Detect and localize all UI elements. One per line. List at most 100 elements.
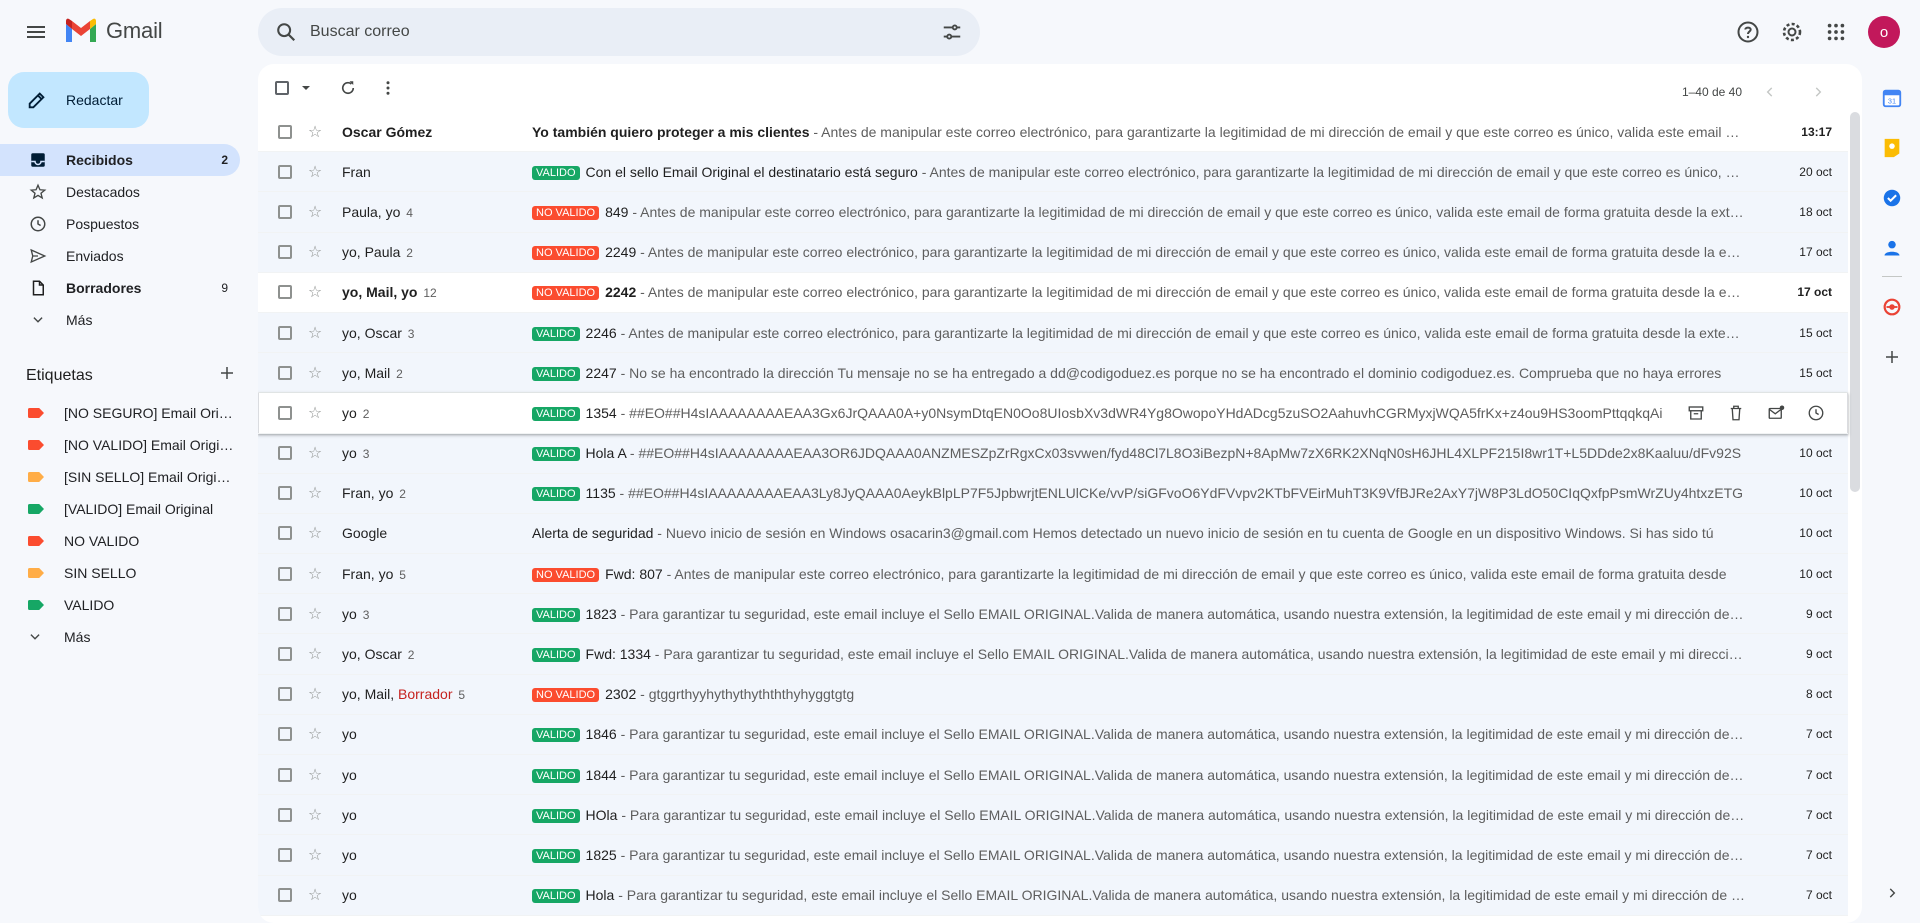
star-toggle-icon[interactable]: ☆ [298,443,332,463]
email-row[interactable]: ☆ yo VALIDO HOla - Para garantizar tu seg… [258,795,1848,836]
email-row[interactable]: ☆ yo 2 VALIDO 1354 - ##EO##H4sIAAAAAAAAEA… [258,393,1848,434]
email-row[interactable]: ☆ Fran, yo 2 VALIDO 1135 - ##EO##H4sIAAAA… [258,473,1848,514]
label-badge[interactable]: VALIDO [532,165,580,180]
settings-gear-icon[interactable] [1772,8,1812,56]
star-toggle-icon[interactable]: ☆ [298,684,332,704]
label-item[interactable]: [SIN SELLO] Email Original [0,461,240,493]
calendar-icon[interactable]: 31 [1872,78,1912,118]
row-checkbox[interactable] [258,767,298,782]
search-icon[interactable] [262,8,310,56]
email-row[interactable]: ☆ Oscar Gómez Yo también quiero proteger… [258,112,1848,153]
email-row[interactable]: ☆ Paula, yo 4 NO VALIDO 849 - Antes de ma… [258,192,1848,233]
next-page-icon[interactable] [1798,72,1838,112]
row-checkbox[interactable] [258,888,298,903]
nav-item-snoozed[interactable]: Pospuestos [0,208,240,240]
help-icon[interactable] [1728,8,1768,56]
label-badge[interactable]: VALIDO [532,889,580,904]
nav-item-drafts[interactable]: Borradores 9 [0,272,240,304]
row-checkbox[interactable] [258,245,298,260]
email-row[interactable]: ☆ yo, Oscar 3 VALIDO 2246 - Antes de mani… [258,312,1848,354]
email-row[interactable]: ☆ Google Alerta de seguridad - Nuevo ini… [258,513,1848,555]
compose-button[interactable]: Redactar [8,72,149,128]
more-options-icon[interactable] [368,68,408,108]
prev-page-icon[interactable] [1750,72,1790,112]
email-row[interactable]: ☆ yo, Paula 2 NO VALIDO 2249 - Antes de m… [258,232,1848,273]
label-badge[interactable]: VALIDO [532,808,580,823]
label-badge[interactable]: VALIDO [532,487,580,502]
select-options-icon[interactable] [296,68,316,108]
label-item[interactable]: VALIDO [0,589,240,621]
labels-more[interactable]: Más [0,621,240,653]
nav-item-starred[interactable]: Destacados [0,176,240,208]
addon-icon[interactable] [1872,287,1912,327]
star-toggle-icon[interactable]: ☆ [298,162,332,182]
star-toggle-icon[interactable]: ☆ [298,523,332,543]
scrollbar[interactable] [1850,112,1860,492]
label-badge[interactable]: VALIDO [532,728,580,743]
delete-icon[interactable] [1718,395,1754,431]
row-checkbox[interactable] [258,405,298,420]
add-addon-icon[interactable] [1872,337,1912,377]
row-checkbox[interactable] [258,606,298,621]
star-toggle-icon[interactable]: ☆ [298,242,332,262]
label-item[interactable]: [VALIDO] Email Original [0,493,240,525]
row-checkbox[interactable] [258,566,298,581]
star-toggle-icon[interactable]: ☆ [298,805,332,825]
email-row[interactable]: ☆ yo, Mail, yo 12 NO VALIDO 2242 - Antes … [258,272,1848,313]
star-toggle-icon[interactable]: ☆ [298,885,332,905]
row-checkbox[interactable] [258,124,298,139]
label-badge[interactable]: VALIDO [532,366,580,381]
star-toggle-icon[interactable]: ☆ [298,363,332,383]
email-row[interactable]: ☆ Fran, yo 5 NO VALIDO Fwd: 807 - Antes d… [258,554,1848,595]
star-toggle-icon[interactable]: ☆ [298,483,332,503]
row-checkbox[interactable] [258,727,298,742]
label-item[interactable]: SIN SELLO [0,557,240,589]
row-checkbox[interactable] [258,647,298,662]
star-toggle-icon[interactable]: ☆ [298,403,332,423]
nav-item-inbox[interactable]: Recibidos 2 [0,144,240,176]
email-row[interactable]: ☆ yo, Mail, Borrador 5 NO VALIDO 2302 - g… [258,674,1848,715]
row-checkbox[interactable] [258,486,298,501]
label-badge[interactable]: NO VALIDO [532,246,600,261]
star-toggle-icon[interactable]: ☆ [298,122,332,142]
row-checkbox[interactable] [258,325,298,340]
label-badge[interactable]: NO VALIDO [532,205,600,220]
star-toggle-icon[interactable]: ☆ [298,564,332,584]
row-checkbox[interactable] [258,687,298,702]
search-input[interactable] [310,23,928,41]
add-label-icon[interactable] [218,364,236,387]
select-all-checkbox[interactable] [268,68,296,108]
row-checkbox[interactable] [258,365,298,380]
apps-grid-icon[interactable] [1816,8,1856,56]
star-toggle-icon[interactable]: ☆ [298,845,332,865]
email-row[interactable]: ☆ Fran VALIDO Con el sello Email Original… [258,152,1848,193]
label-badge[interactable]: VALIDO [532,607,580,622]
label-badge[interactable]: VALIDO [532,447,580,462]
row-checkbox[interactable] [258,807,298,822]
row-checkbox[interactable] [258,204,298,219]
email-row[interactable]: ☆ yo 3 VALIDO Hola A - ##EO##H4sIAAAAAAAA… [258,433,1848,474]
keep-icon[interactable] [1872,128,1912,168]
star-toggle-icon[interactable]: ☆ [298,202,332,222]
row-checkbox[interactable] [258,526,298,541]
contacts-icon[interactable] [1872,228,1912,268]
label-badge[interactable]: NO VALIDO [532,688,600,703]
email-row[interactable]: ☆ yo, Oscar 2 VALIDO Fwd: 1334 - Para gar… [258,634,1848,675]
star-toggle-icon[interactable]: ☆ [298,644,332,664]
label-badge[interactable]: NO VALIDO [532,567,600,582]
account-avatar[interactable]: o [1868,16,1900,48]
label-badge[interactable]: VALIDO [532,406,580,421]
star-toggle-icon[interactable]: ☆ [298,604,332,624]
main-menu-button[interactable] [16,12,56,52]
tasks-icon[interactable] [1872,178,1912,218]
search-options-icon[interactable] [928,8,976,56]
star-toggle-icon[interactable]: ☆ [298,765,332,785]
row-checkbox[interactable] [258,446,298,461]
label-badge[interactable]: VALIDO [532,326,580,341]
email-row[interactable]: ☆ yo VALIDO 1825 - Para garantizar tu seg… [258,835,1848,876]
archive-icon[interactable] [1678,395,1714,431]
nav-item-sent[interactable]: Enviados [0,240,240,272]
snooze-icon[interactable] [1798,395,1834,431]
row-checkbox[interactable] [258,285,298,300]
row-checkbox[interactable] [258,847,298,862]
